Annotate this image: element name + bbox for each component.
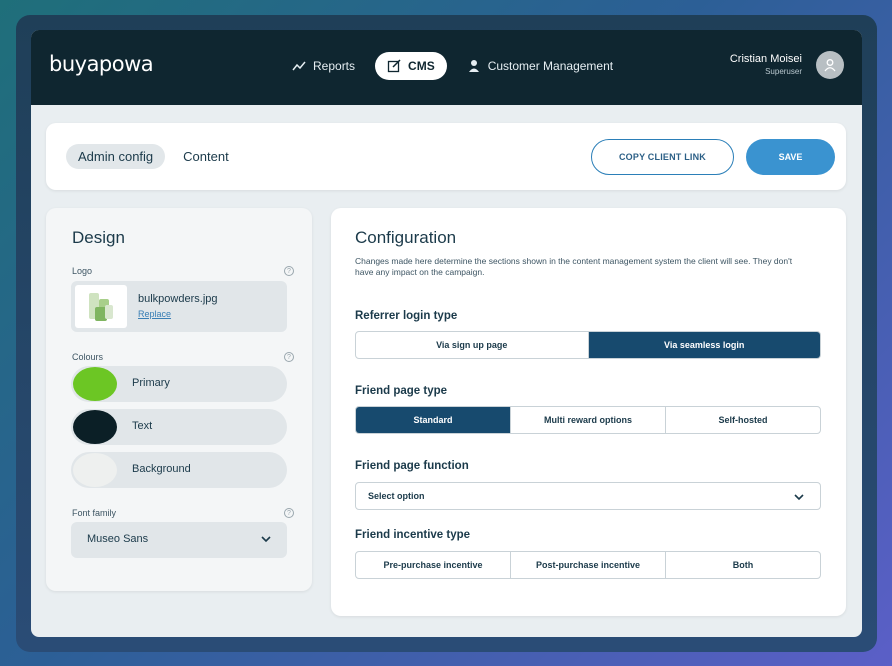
- tab-bar: Admin config Content: [66, 144, 241, 169]
- replace-link[interactable]: Replace: [138, 309, 171, 319]
- option-post-purchase[interactable]: Post-purchase incentive: [511, 552, 666, 578]
- nav-reports-label: Reports: [313, 59, 356, 73]
- person-icon: [468, 60, 479, 72]
- font-family-label: Font family: [72, 508, 117, 518]
- friend-incentive-toggle: Pre-purchase incentive Post-purchase inc…: [355, 551, 821, 579]
- colour-name: Primary: [132, 377, 170, 389]
- colours-label: Colours: [72, 352, 104, 362]
- user-avatar-icon: [824, 59, 836, 72]
- app-window: buyapowa Reports CMS Customer Management…: [31, 30, 862, 637]
- user-info[interactable]: Cristian Moisei Superuser: [730, 53, 802, 76]
- logo-label: Logo: [72, 266, 93, 276]
- tab-admin-config[interactable]: Admin config: [66, 144, 166, 169]
- colour-swatch[interactable]: [73, 367, 117, 401]
- main-nav: Reports CMS Customer Management: [286, 52, 619, 80]
- configuration-description: Changes made here determine the sections…: [355, 256, 793, 277]
- user-role: Superuser: [765, 67, 802, 76]
- option-standard[interactable]: Standard: [356, 407, 511, 433]
- option-sign-up-page[interactable]: Via sign up page: [356, 332, 589, 358]
- referrer-login-title: Referrer login type: [355, 310, 458, 322]
- font-family-value: Museo Sans: [87, 533, 149, 545]
- friend-page-type-toggle: Standard Multi reward options Self-hoste…: [355, 406, 821, 434]
- config-toolbar: Admin config Content COPY CLIENT LINK SA…: [46, 123, 846, 190]
- colour-name: Background: [132, 463, 191, 475]
- logo-filename: bulkpowders.jpg: [138, 293, 218, 305]
- option-multi-reward[interactable]: Multi reward options: [511, 407, 666, 433]
- design-panel: Design Logo ? bulkpowders.jpg Replace Co…: [46, 208, 312, 591]
- help-icon[interactable]: ?: [284, 352, 294, 362]
- font-family-select[interactable]: Museo Sans: [71, 522, 287, 558]
- colour-name: Text: [132, 420, 153, 432]
- user-name: Cristian Moisei: [729, 53, 802, 65]
- product-image-icon: [89, 293, 113, 321]
- colour-primary[interactable]: Primary: [71, 366, 287, 402]
- friend-page-function-title: Friend page function: [355, 460, 469, 472]
- configuration-title: Configuration: [355, 228, 457, 247]
- nav-cms-label: CMS: [408, 59, 435, 73]
- referrer-login-toggle: Via sign up page Via seamless login: [355, 331, 821, 359]
- chevron-down-icon: [261, 536, 271, 543]
- tab-content[interactable]: Content: [171, 144, 241, 169]
- nav-cms[interactable]: CMS: [375, 52, 447, 80]
- friend-page-function-select[interactable]: Select option: [355, 482, 821, 510]
- friend-page-type-title: Friend page type: [355, 385, 448, 397]
- option-both[interactable]: Both: [666, 552, 820, 578]
- colour-swatch[interactable]: [73, 410, 117, 444]
- option-pre-purchase[interactable]: Pre-purchase incentive: [356, 552, 511, 578]
- chart-line-icon: [292, 61, 306, 71]
- colour-swatch[interactable]: [73, 453, 117, 487]
- friend-incentive-title: Friend incentive type: [355, 529, 471, 541]
- logo-card: bulkpowders.jpg Replace: [71, 281, 287, 332]
- nav-customer-management-label: Customer Management: [487, 59, 614, 73]
- help-icon[interactable]: ?: [284, 266, 294, 276]
- brand-logo[interactable]: buyapowa: [49, 52, 154, 76]
- avatar[interactable]: [816, 51, 844, 79]
- chevron-down-icon: [794, 494, 804, 501]
- help-icon[interactable]: ?: [284, 508, 294, 518]
- edit-icon: [387, 59, 401, 73]
- option-self-hosted[interactable]: Self-hosted: [666, 407, 820, 433]
- top-bar: buyapowa Reports CMS Customer Management…: [31, 30, 862, 105]
- select-placeholder: Select option: [368, 491, 425, 501]
- nav-reports[interactable]: Reports: [286, 52, 361, 80]
- design-title: Design: [72, 228, 125, 247]
- copy-client-link-button[interactable]: COPY CLIENT LINK: [591, 139, 734, 175]
- option-seamless-login[interactable]: Via seamless login: [588, 332, 820, 358]
- save-button[interactable]: SAVE: [746, 139, 835, 175]
- colour-background[interactable]: Background: [71, 452, 287, 488]
- logo-thumbnail: [75, 285, 127, 328]
- configuration-panel: Configuration Changes made here determin…: [331, 208, 846, 616]
- nav-customer-management[interactable]: Customer Management: [461, 52, 619, 80]
- colour-text[interactable]: Text: [71, 409, 287, 445]
